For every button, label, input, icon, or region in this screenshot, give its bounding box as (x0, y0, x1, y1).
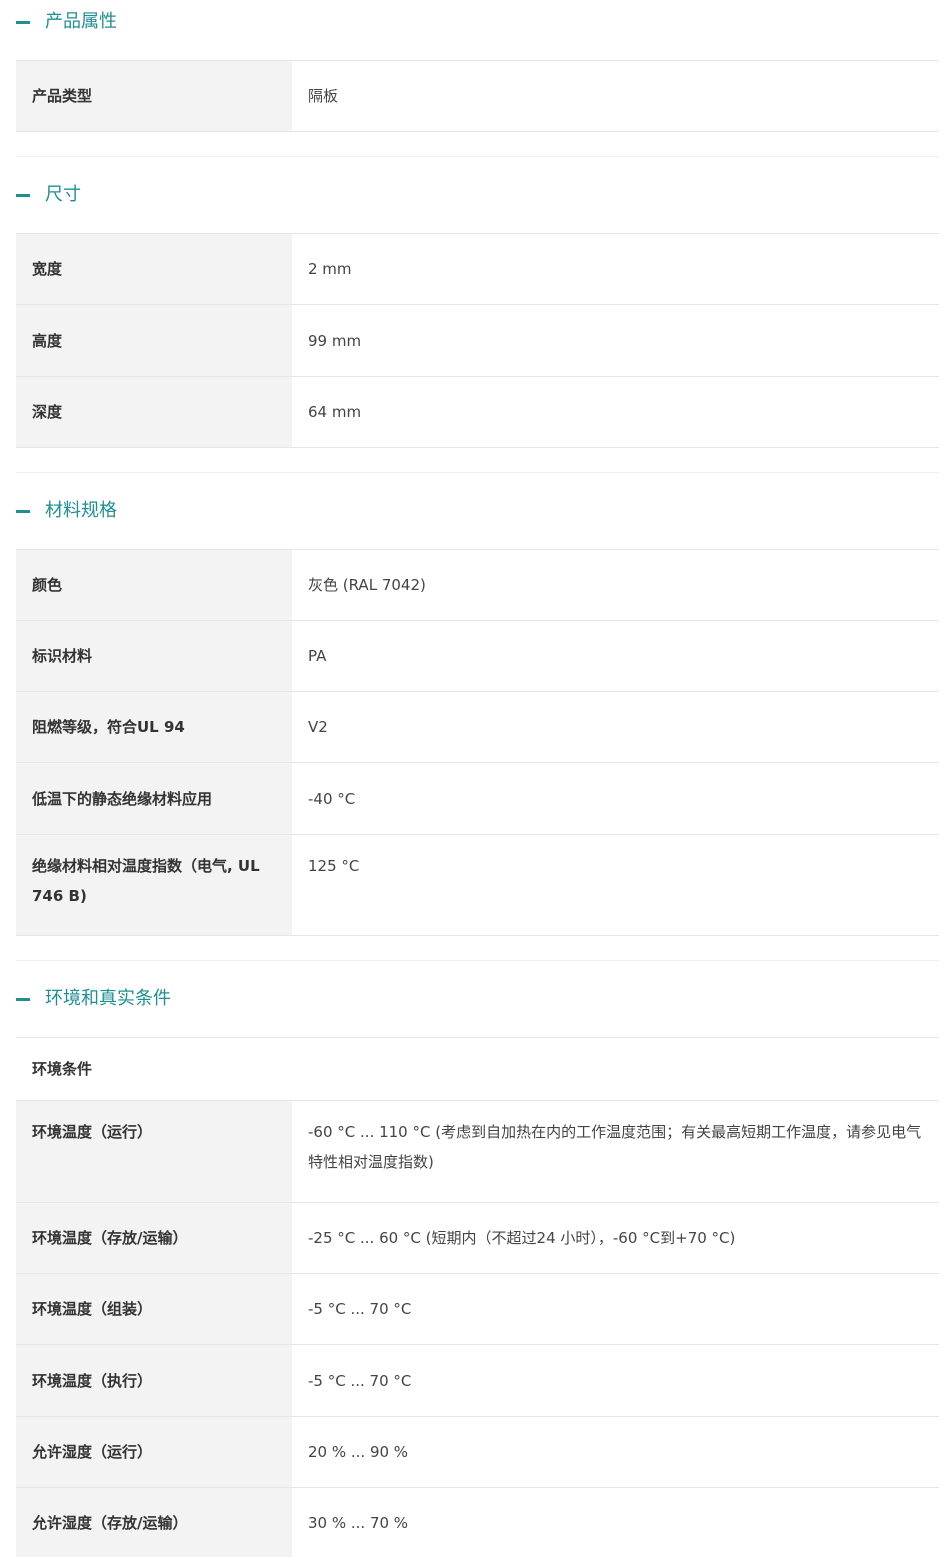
row-value: 灰色 (RAL 7042) (308, 576, 426, 594)
row-value: -5 °C ... 70 °C (308, 1300, 412, 1318)
row-label: 标识材料 (16, 621, 292, 691)
row-label: 环境温度（运行） (16, 1101, 292, 1202)
dimensions-table: 宽度 2 mm 高度 99 mm 深度 64 mm (16, 233, 939, 448)
table-row: 颜色 灰色 (RAL 7042) (16, 550, 939, 621)
row-label: 绝缘材料相对温度指数（电气, UL 746 B) (16, 835, 292, 935)
table-row: 产品类型 隔板 (16, 61, 939, 132)
row-label: 低温下的静态绝缘材料应用 (16, 763, 292, 834)
table-row: 深度 64 mm (16, 377, 939, 448)
row-value: -60 °C ... 110 °C (考虑到自加热在内的工作温度范围；有关最高短… (308, 1123, 922, 1171)
collapse-icon (16, 193, 30, 197)
row-label: 环境温度（执行） (16, 1345, 292, 1416)
row-value: 20 % ... 90 % (308, 1443, 409, 1461)
section-divider (16, 960, 939, 961)
row-label: 阻燃等级，符合UL 94 (16, 692, 292, 762)
row-label: 允许湿度（存放/运输） (16, 1488, 292, 1557)
row-value: 2 mm (308, 260, 352, 278)
row-label: 允许湿度（运行） (16, 1417, 292, 1487)
row-value: -5 °C ... 70 °C (308, 1371, 412, 1390)
section-divider (16, 472, 939, 473)
table-row: 阻燃等级，符合UL 94 V2 (16, 692, 939, 763)
section-header-material[interactable]: 材料规格 (16, 489, 939, 533)
row-value: 99 mm (308, 331, 362, 350)
table-row: 环境温度（存放/运输） -25 °C ... 60 °C (短期内（不超过24 … (16, 1203, 939, 1274)
section-title: 环境和真实条件 (45, 988, 171, 1009)
section-title: 材料规格 (45, 500, 117, 521)
row-value: 隔板 (308, 87, 339, 105)
row-label: 颜色 (16, 550, 292, 620)
table-subheading: 环境条件 (16, 1038, 939, 1101)
row-label: 宽度 (16, 234, 292, 304)
row-value: -40 °C (308, 789, 356, 808)
section-header-dimensions[interactable]: 尺寸 (16, 173, 939, 217)
section-title: 尺寸 (45, 184, 81, 205)
row-label: 环境温度（存放/运输） (16, 1203, 292, 1273)
section-title: 产品属性 (45, 11, 117, 32)
material-table: 颜色 灰色 (RAL 7042) 标识材料 PA 阻燃等级，符合UL 94 V2… (16, 549, 939, 936)
section-divider (16, 156, 939, 157)
collapse-icon (16, 997, 30, 1001)
row-value: 30 % ... 70 % (308, 1514, 409, 1532)
collapse-icon (16, 509, 30, 513)
collapse-icon (16, 20, 30, 24)
row-label: 环境温度（组装） (16, 1274, 292, 1344)
section-header-product-properties[interactable]: 产品属性 (16, 0, 939, 44)
row-value: -25 °C ... 60 °C (短期内（不超过24 小时），-60 °C到+… (308, 1229, 736, 1247)
row-label: 产品类型 (16, 61, 292, 131)
table-row: 宽度 2 mm (16, 234, 939, 305)
table-row: 允许湿度（存放/运输） 30 % ... 70 % (16, 1488, 939, 1557)
subheading-label: 环境条件 (16, 1038, 939, 1100)
row-value: 64 mm (308, 403, 362, 421)
section-header-environment[interactable]: 环境和真实条件 (16, 977, 939, 1021)
table-row: 低温下的静态绝缘材料应用 -40 °C (16, 763, 939, 835)
environment-table: 环境条件 环境温度（运行） -60 °C ... 110 °C (考虑到自加热在… (16, 1037, 939, 1557)
table-row: 环境温度（执行） -5 °C ... 70 °C (16, 1345, 939, 1417)
row-value: 125 °C (308, 857, 360, 875)
row-label: 高度 (16, 305, 292, 376)
table-row: 允许湿度（运行） 20 % ... 90 % (16, 1417, 939, 1488)
table-row: 绝缘材料相对温度指数（电气, UL 746 B) 125 °C (16, 835, 939, 936)
table-row: 高度 99 mm (16, 305, 939, 377)
row-value: PA (308, 647, 327, 665)
product-properties-table: 产品类型 隔板 (16, 60, 939, 132)
row-value: V2 (308, 718, 328, 736)
table-row: 环境温度（运行） -60 °C ... 110 °C (考虑到自加热在内的工作温… (16, 1101, 939, 1203)
table-row: 环境温度（组装） -5 °C ... 70 °C (16, 1274, 939, 1345)
row-label: 深度 (16, 377, 292, 447)
table-row: 标识材料 PA (16, 621, 939, 692)
